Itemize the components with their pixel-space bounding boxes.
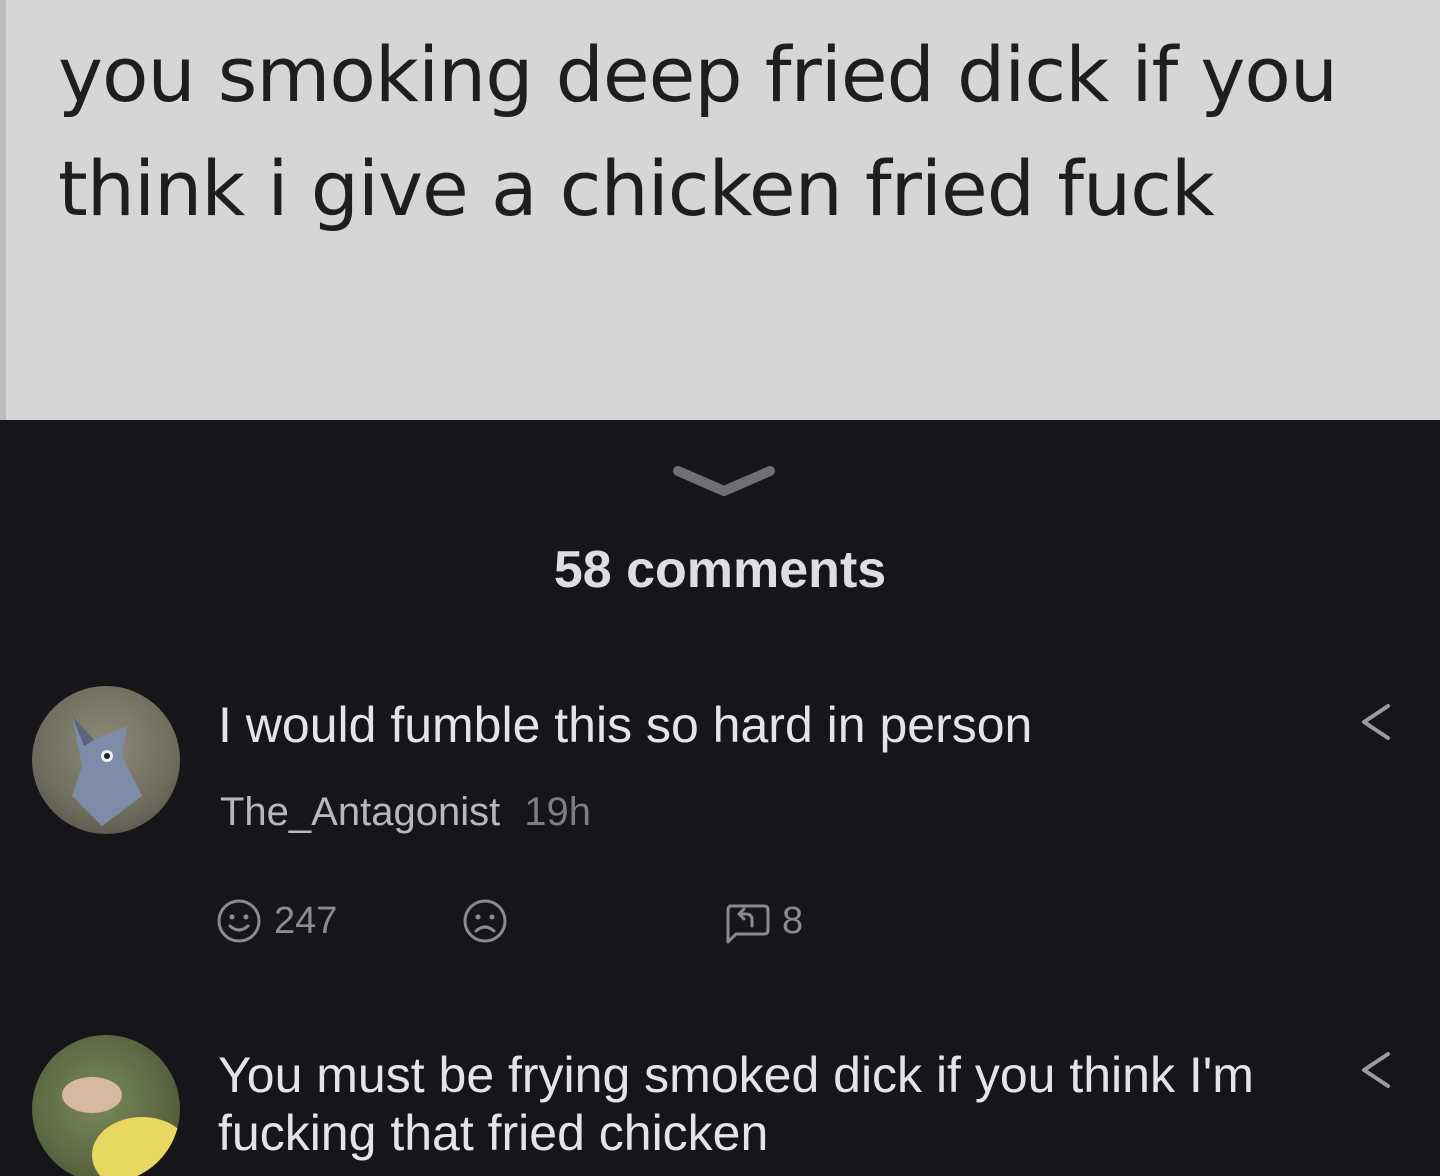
comment-meta: The_Antagonist 19h bbox=[220, 790, 591, 835]
like-button[interactable]: 247 bbox=[214, 896, 337, 946]
post-text: you smoking deep fried dick if you think… bbox=[58, 30, 1338, 233]
share-icon[interactable] bbox=[1356, 1048, 1396, 1092]
comment-time: 19h bbox=[524, 790, 591, 834]
reply-button[interactable]: 8 bbox=[722, 896, 803, 946]
share-icon[interactable] bbox=[1356, 700, 1396, 744]
smile-icon bbox=[217, 899, 261, 943]
comment-text: You must be frying smoked dick if you th… bbox=[218, 1047, 1254, 1161]
dislike-button[interactable] bbox=[460, 896, 510, 946]
avatar-image bbox=[62, 1077, 180, 1176]
frown-icon bbox=[463, 899, 507, 943]
like-count: 247 bbox=[274, 899, 338, 942]
post-card: you smoking deep fried dick if you think… bbox=[0, 0, 1440, 420]
avatar[interactable] bbox=[32, 1035, 180, 1176]
comments-count: 58 comments bbox=[553, 541, 887, 599]
chevron-down-icon[interactable] bbox=[668, 461, 780, 501]
reply-icon bbox=[726, 904, 770, 944]
avatar-image bbox=[72, 716, 142, 826]
reply-count: 8 bbox=[782, 899, 804, 942]
avatar[interactable] bbox=[32, 686, 180, 834]
comment-author[interactable]: The_Antagonist bbox=[220, 790, 500, 834]
comment-text: I would fumble this so hard in person bbox=[218, 697, 1033, 753]
